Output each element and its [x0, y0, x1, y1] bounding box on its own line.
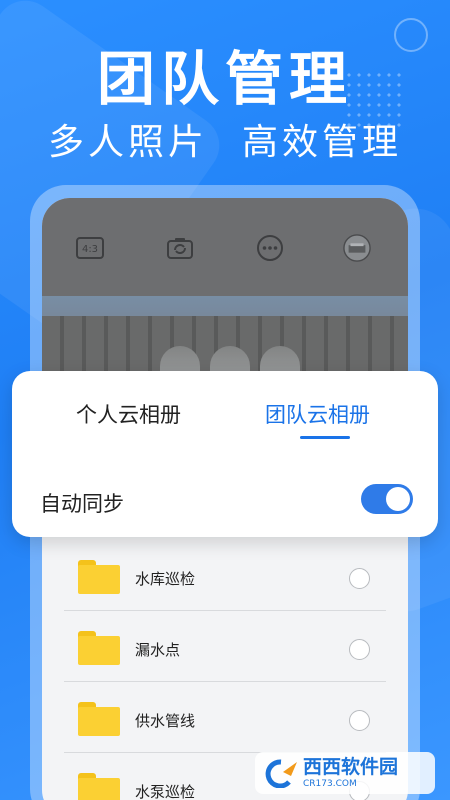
- folder-name: 水泵巡检: [135, 783, 196, 800]
- brand-logo-icon: [261, 758, 299, 789]
- headline: 团队管理: [96, 45, 353, 113]
- folder-name: 供水管线: [135, 712, 196, 730]
- toggle-knob: [386, 487, 410, 511]
- folder-name: 水库巡检: [135, 570, 196, 588]
- folder-name: 漏水点: [135, 641, 181, 659]
- tab-team-album[interactable]: 团队云相册: [265, 399, 370, 429]
- aspect-ratio-icon[interactable]: 4:3: [76, 234, 104, 262]
- more-icon[interactable]: [256, 234, 284, 262]
- auto-sync-label: 自动同步: [40, 492, 124, 516]
- watermark-brand: 西西软件园: [303, 755, 399, 778]
- select-radio[interactable]: [349, 568, 370, 589]
- folder-icon: [78, 631, 120, 665]
- list-item[interactable]: 水库巡检: [42, 540, 408, 611]
- subline-right: 高效管理: [242, 122, 403, 163]
- list-item[interactable]: 漏水点: [42, 611, 408, 682]
- subline: 多人照片 高效管理: [0, 113, 450, 165]
- folder-icon: [78, 702, 120, 736]
- select-radio[interactable]: [349, 710, 370, 731]
- tab-personal-album[interactable]: 个人云相册: [76, 399, 181, 429]
- watermark: 西西软件园 CR173.COM: [255, 752, 435, 794]
- sync-card: 个人云相册 团队云相册 自动同步: [12, 371, 438, 537]
- folder-icon: [78, 560, 120, 594]
- list-item[interactable]: 供水管线: [42, 682, 408, 753]
- switch-camera-icon[interactable]: [166, 234, 194, 262]
- active-tab-indicator: [300, 436, 350, 439]
- avatar[interactable]: [343, 234, 371, 262]
- aspect-ratio-label: 4:3: [82, 244, 98, 255]
- subline-left: 多人照片: [47, 122, 208, 163]
- watermark-domain: CR173.COM: [303, 778, 357, 789]
- select-radio[interactable]: [349, 639, 370, 660]
- folder-icon: [78, 773, 120, 800]
- auto-sync-toggle[interactable]: [361, 484, 413, 514]
- camera-toolbar: 4:3: [42, 198, 408, 298]
